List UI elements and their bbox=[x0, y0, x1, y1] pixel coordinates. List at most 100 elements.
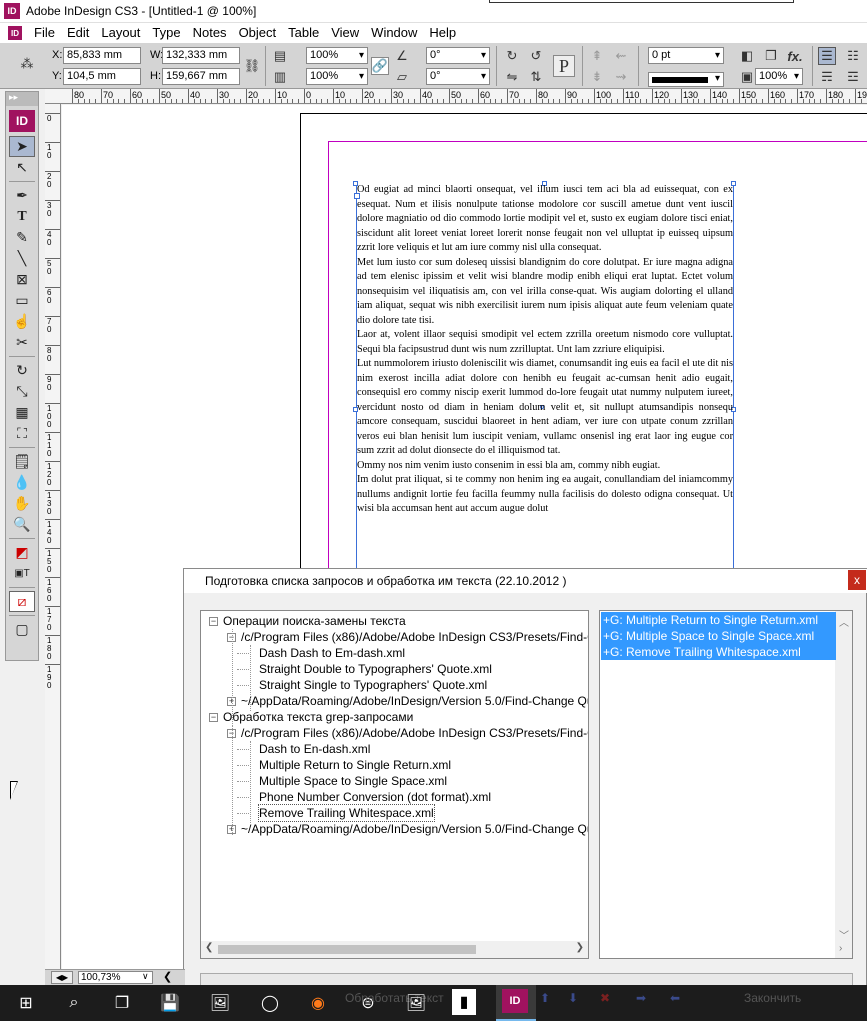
tree-item[interactable]: ~/AppData/Roaming/Adobe/InDesign/Version… bbox=[241, 821, 588, 837]
tree-item[interactable]: ~/AppData/Roaming/Adobe/InDesign/Version… bbox=[241, 693, 588, 709]
note-tool-icon[interactable]: 🗒 bbox=[9, 451, 35, 472]
formatting-container-icon[interactable]: ▣T bbox=[9, 563, 35, 584]
tree-horizontal-scrollbar[interactable]: ❮ ❯ bbox=[201, 941, 588, 958]
dialog-close-button[interactable]: x bbox=[848, 570, 866, 590]
rotate-ccw-icon[interactable]: ↺ bbox=[527, 47, 545, 65]
menu-view[interactable]: View bbox=[325, 23, 365, 43]
image-viewer-icon[interactable]: 🖼 bbox=[402, 989, 430, 1017]
shear-dropdown[interactable]: 0° bbox=[426, 68, 490, 85]
scale-tool-icon[interactable]: ⤡ bbox=[9, 381, 35, 402]
select-container-icon[interactable]: ⇞ bbox=[588, 47, 606, 65]
menu-file[interactable]: File bbox=[28, 23, 61, 43]
document-app-icon[interactable]: ▮ bbox=[452, 989, 476, 1015]
tree-item[interactable]: Phone Number Conversion (dot format).xml bbox=[259, 789, 491, 805]
list-item[interactable]: +G: Remove Trailing Whitespace.xml bbox=[601, 644, 836, 660]
list-item[interactable]: +G: Multiple Return to Single Return.xml bbox=[601, 612, 836, 628]
tree-item[interactable]: Multiple Return to Single Return.xml bbox=[259, 757, 451, 773]
vertical-ruler[interactable]: 0 1 0 2 0 3 0 4 0 5 0 6 0 7 0 8 0 9 0 1 0 0 1 1 0 1 … bbox=[45, 104, 61, 969]
tree-item[interactable]: Straight Double to Typographers' Quote.x… bbox=[259, 661, 492, 677]
image-app-icon[interactable]: 🖼 bbox=[206, 989, 234, 1017]
text-wrap-shape-icon[interactable]: ☴ bbox=[818, 68, 836, 86]
fill-icon[interactable]: ◧ bbox=[738, 47, 756, 65]
tree-item[interactable]: Обработка текста grep-запросами bbox=[223, 709, 413, 725]
text-wrap-bbox-icon[interactable]: ☷ bbox=[844, 47, 862, 65]
height-field[interactable]: 159,667 mm bbox=[162, 68, 240, 85]
scroll-right-icon[interactable]: ❯ bbox=[576, 942, 584, 953]
free-transform-tool-icon[interactable]: ⛶ bbox=[9, 423, 35, 444]
y-position-field[interactable]: 104,5 mm bbox=[63, 68, 141, 85]
width-field[interactable]: 132,333 mm bbox=[162, 47, 240, 64]
select-next-icon[interactable]: ⇝ bbox=[612, 68, 630, 86]
menu-edit[interactable]: Edit bbox=[61, 23, 95, 43]
menu-table[interactable]: Table bbox=[282, 23, 325, 43]
tree-item[interactable]: Remove Trailing Whitespace.xml bbox=[258, 804, 435, 822]
rectangle-frame-tool-icon[interactable]: ⊠ bbox=[9, 269, 35, 290]
eyedropper-tool-icon[interactable]: 💧 bbox=[9, 472, 35, 493]
select-content-icon[interactable]: ⇟ bbox=[588, 68, 606, 86]
selected-queries-list[interactable]: ︿ ﹀ › +G: Multiple Return to Single Retu… bbox=[599, 610, 853, 959]
scale-x-dropdown[interactable]: 100% bbox=[306, 47, 368, 64]
select-previous-icon[interactable]: ⇜ bbox=[612, 47, 630, 65]
line-tool-icon[interactable]: ╲ bbox=[9, 248, 35, 269]
flip-vertical-icon[interactable]: ⇅ bbox=[527, 68, 545, 86]
text-frame-content[interactable]: Od eugiat ad minci blaorti onsequat, vel… bbox=[357, 183, 733, 517]
reference-point-icon[interactable]: ⁂ bbox=[18, 55, 36, 73]
indesign-menu-icon[interactable]: ID bbox=[8, 26, 22, 40]
tree-collapse-icon[interactable]: − bbox=[209, 617, 218, 626]
page-nav-icon[interactable]: ◀▶ bbox=[51, 971, 73, 984]
rotate-cw-icon[interactable]: ↻ bbox=[503, 47, 521, 65]
opera-browser-icon[interactable]: ◯ bbox=[256, 989, 284, 1017]
opacity-dropdown[interactable]: 100% bbox=[755, 68, 803, 85]
apply-none-icon[interactable]: ⧄ bbox=[9, 591, 35, 612]
hand-tool-icon[interactable]: ✋ bbox=[9, 493, 35, 514]
menu-object[interactable]: Object bbox=[233, 23, 283, 43]
scissors-tool-icon[interactable]: ✂ bbox=[9, 332, 35, 353]
rotation-dropdown[interactable]: 0° bbox=[426, 47, 490, 64]
list-item[interactable]: +G: Multiple Space to Single Space.xml bbox=[601, 628, 836, 644]
scroll-up-icon[interactable]: ︿ bbox=[839, 614, 849, 629]
link-scale-icon[interactable]: 🔗 bbox=[371, 57, 389, 75]
menu-layout[interactable]: Layout bbox=[95, 23, 146, 43]
x-position-field[interactable]: 85,833 mm bbox=[63, 47, 141, 64]
direct-selection-tool-icon[interactable]: ↖ bbox=[9, 157, 35, 178]
fill-stroke-swatch-icon[interactable]: ◩ bbox=[9, 542, 35, 563]
gradient-tool-icon[interactable]: ▦ bbox=[9, 402, 35, 423]
effects-icon[interactable]: fx. bbox=[786, 47, 804, 65]
save-app-icon[interactable]: 💾 bbox=[156, 989, 184, 1017]
menu-type[interactable]: Type bbox=[146, 23, 186, 43]
tree-item[interactable]: Операции поиска-замены текста bbox=[223, 613, 406, 629]
text-wrap-none-icon[interactable]: ☰ bbox=[818, 47, 836, 65]
horizontal-ruler[interactable]: 80 70 60 50 40 30 20 10 0 10 20 30 40 50 60 70 80 90 100 11… bbox=[45, 89, 867, 104]
screen-mode-icon[interactable]: ▢ bbox=[9, 619, 35, 640]
type-tool-icon[interactable]: T bbox=[9, 206, 35, 227]
search-icon[interactable]: ⌕ bbox=[60, 989, 88, 1017]
tree-item[interactable]: Multiple Space to Single Space.xml bbox=[259, 773, 447, 789]
text-wrap-jump-icon[interactable]: ☲ bbox=[844, 68, 862, 86]
selection-tool-icon[interactable]: ➤ bbox=[9, 136, 35, 157]
indesign-taskbar-icon[interactable]: ID bbox=[502, 989, 528, 1013]
tools-panel-grip[interactable]: ▸▸ bbox=[6, 92, 38, 106]
scrollbar-thumb[interactable] bbox=[218, 945, 476, 954]
list-vertical-scrollbar[interactable]: ︿ ﹀ › bbox=[835, 611, 852, 958]
stroke-type-dropdown[interactable]: ▾ bbox=[648, 72, 724, 87]
pencil-tool-icon[interactable]: ✎ bbox=[9, 227, 35, 248]
button-tool-icon[interactable]: ☝ bbox=[9, 311, 35, 332]
queries-tree[interactable]: ❮ ❯ − Операции поиска-замены текста −/c/Pr… bbox=[200, 610, 589, 959]
pen-tool-icon[interactable]: ✒ bbox=[9, 185, 35, 206]
menu-notes[interactable]: Notes bbox=[187, 23, 233, 43]
stroke-weight-dropdown[interactable]: 0 pt bbox=[648, 47, 724, 64]
tree-item[interactable]: /c/Program Files (x86)/Adobe/Adobe InDes… bbox=[241, 725, 588, 741]
tree-collapse-icon[interactable]: − bbox=[209, 713, 218, 722]
tree-item[interactable]: Dash Dash to Em-dash.xml bbox=[259, 645, 405, 661]
windows-start-icon[interactable]: ⊞ bbox=[12, 989, 40, 1017]
rotate-tool-icon[interactable]: ↻ bbox=[9, 360, 35, 381]
scroll-down-icon[interactable]: ﹀ bbox=[839, 927, 849, 942]
scale-y-dropdown[interactable]: 100% bbox=[306, 68, 368, 85]
rectangle-tool-icon[interactable]: ▭ bbox=[9, 290, 35, 311]
menu-window[interactable]: Window bbox=[365, 23, 423, 43]
tree-item[interactable]: Dash to En-dash.xml bbox=[259, 741, 370, 757]
tree-item[interactable]: /c/Program Files (x86)/Adobe/Adobe InDes… bbox=[241, 629, 588, 645]
drop-shadow-icon[interactable]: ❐ bbox=[762, 47, 780, 65]
firefox-browser-icon[interactable]: ◉ bbox=[304, 989, 332, 1017]
tree-item[interactable]: Straight Single to Typographers' Quote.x… bbox=[259, 677, 487, 693]
